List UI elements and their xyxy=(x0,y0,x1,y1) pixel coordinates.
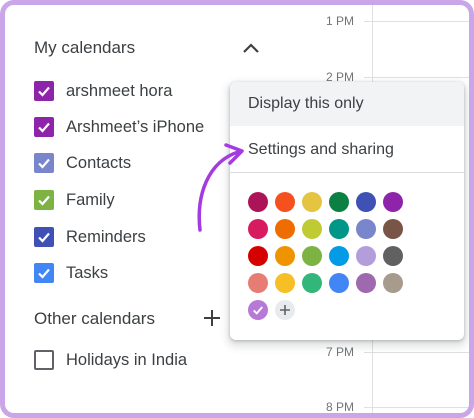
collapse-chevron-icon[interactable] xyxy=(240,38,262,58)
check-icon xyxy=(253,306,263,315)
calendar-item[interactable]: Reminders xyxy=(34,225,146,249)
menu-item-settings-and-sharing[interactable]: Settings and sharing xyxy=(230,128,464,172)
calendar-item[interactable]: Tasks xyxy=(34,261,108,285)
color-swatch[interactable] xyxy=(275,192,295,212)
calendar-label: Arshmeet’s iPhone xyxy=(66,117,205,136)
color-swatch[interactable] xyxy=(275,246,295,266)
calendar-label: Tasks xyxy=(66,263,109,282)
color-swatch[interactable] xyxy=(356,273,376,293)
calendar-label: Contacts xyxy=(66,153,132,172)
check-icon xyxy=(38,122,50,133)
color-swatch[interactable] xyxy=(248,273,268,293)
time-label-1pm: 1 PM xyxy=(325,14,354,28)
add-calendar-icon[interactable] xyxy=(200,306,224,330)
time-label-8pm: 8 PM xyxy=(325,400,354,414)
time-label-7pm: 7 PM xyxy=(325,345,354,359)
check-icon xyxy=(38,158,50,169)
check-icon xyxy=(38,86,50,97)
check-icon xyxy=(38,232,50,243)
annotation-arrow-icon xyxy=(197,143,244,232)
menu-item-display-this-only[interactable]: Display this only xyxy=(230,82,464,126)
calendar-label: Reminders xyxy=(66,227,146,246)
calendar-checkbox[interactable] xyxy=(34,227,54,247)
calendar-item[interactable]: arshmeet hora xyxy=(34,79,172,103)
hour-line xyxy=(364,77,474,78)
color-swatch[interactable] xyxy=(302,246,322,266)
color-swatch[interactable] xyxy=(302,219,322,239)
color-swatch[interactable] xyxy=(275,219,295,239)
calendar-label: arshmeet hora xyxy=(66,81,173,100)
calendar-checkbox[interactable] xyxy=(34,263,54,283)
color-swatch[interactable] xyxy=(329,219,349,239)
color-swatch[interactable] xyxy=(248,219,268,239)
calendar-checkbox[interactable] xyxy=(34,153,54,173)
calendar-item[interactable]: Arshmeet’s iPhone xyxy=(34,115,204,139)
calendar-label: Holidays in India xyxy=(66,350,188,369)
menu-divider xyxy=(230,172,464,173)
color-swatch[interactable] xyxy=(329,192,349,212)
color-swatch[interactable] xyxy=(356,219,376,239)
color-swatch[interactable] xyxy=(383,246,403,266)
color-swatch[interactable] xyxy=(383,192,403,212)
calendar-checkbox[interactable] xyxy=(34,81,54,101)
hour-line xyxy=(364,21,474,22)
selected-color-swatch[interactable] xyxy=(248,300,268,320)
check-icon xyxy=(38,268,50,279)
color-swatch[interactable] xyxy=(248,192,268,212)
hour-line xyxy=(364,352,474,353)
custom-color-plus-icon[interactable] xyxy=(275,300,295,320)
calendar-checkbox[interactable] xyxy=(34,350,54,370)
calendar-item[interactable]: Contacts xyxy=(34,151,131,175)
color-swatch[interactable] xyxy=(356,192,376,212)
calendar-item[interactable]: Holidays in India xyxy=(34,348,187,372)
color-swatch[interactable] xyxy=(383,219,403,239)
calendar-checkbox[interactable] xyxy=(34,117,54,137)
color-swatch[interactable] xyxy=(329,246,349,266)
color-swatch[interactable] xyxy=(275,273,295,293)
my-calendars-title[interactable]: My calendars xyxy=(34,38,135,58)
color-swatch[interactable] xyxy=(248,246,268,266)
color-swatch[interactable] xyxy=(329,273,349,293)
other-calendars-title[interactable]: Other calendars xyxy=(34,309,155,329)
hour-line xyxy=(364,407,474,408)
calendar-options-menu: Display this only Settings and sharing xyxy=(230,82,464,340)
calendar-label: Family xyxy=(66,190,115,209)
color-swatch[interactable] xyxy=(302,273,322,293)
color-swatch[interactable] xyxy=(356,246,376,266)
calendar-item[interactable]: Family xyxy=(34,188,115,212)
color-swatch[interactable] xyxy=(302,192,322,212)
check-icon xyxy=(38,195,50,206)
calendar-checkbox[interactable] xyxy=(34,190,54,210)
color-swatch[interactable] xyxy=(383,273,403,293)
